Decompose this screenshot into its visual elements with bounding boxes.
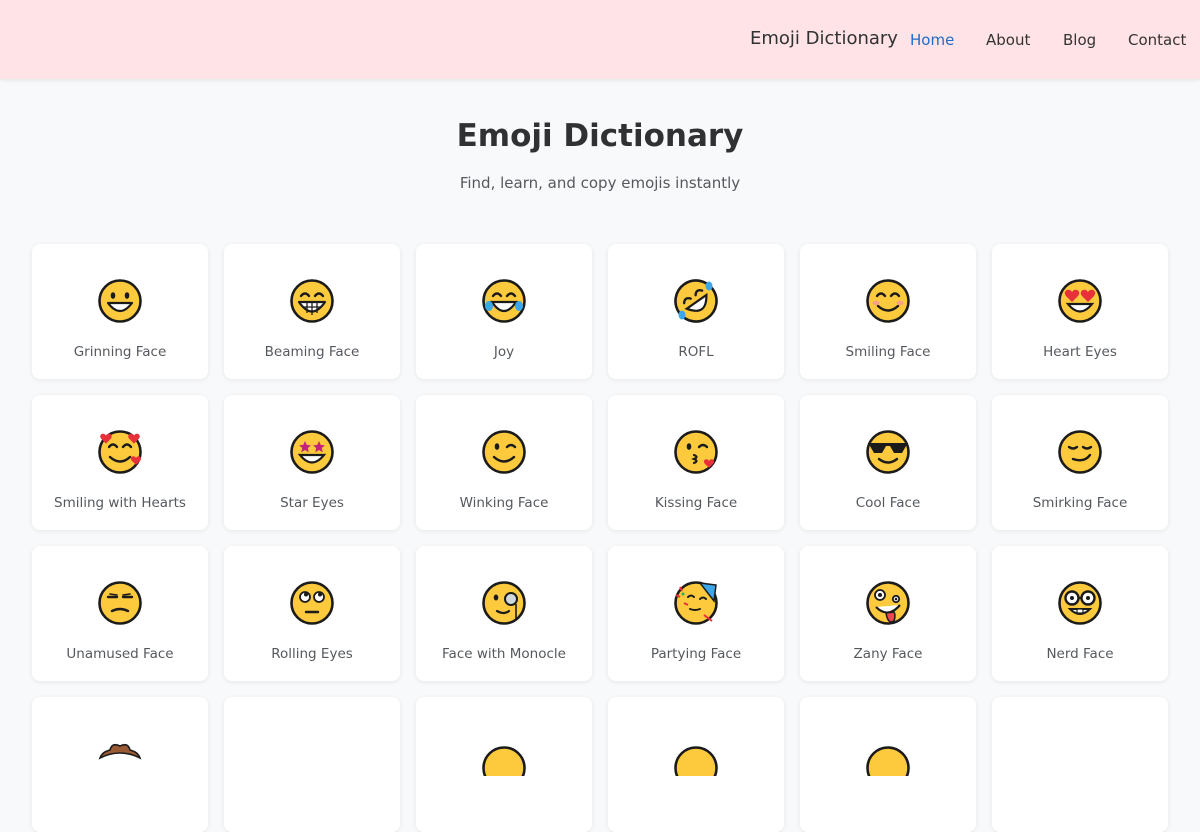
rolling-eyes-face-icon — [290, 581, 334, 625]
emoji-card[interactable]: ROFL — [608, 244, 784, 379]
rofl-face-icon — [674, 279, 718, 323]
top-navbar: Emoji Dictionary Home About Blog Contact — [0, 0, 1200, 79]
blank-icon — [290, 732, 334, 776]
emoji-card[interactable] — [224, 697, 400, 832]
emoji-card[interactable]: Smirking Face — [992, 395, 1168, 530]
nerd-face-icon — [1058, 581, 1102, 625]
nav-contact-link[interactable]: Contact — [1128, 31, 1186, 49]
monocle-face-icon — [482, 581, 526, 625]
page-title: Emoji Dictionary — [456, 118, 744, 154]
emoji-card-label: Unamused Face — [66, 646, 174, 662]
emoji-card-label: Rolling Eyes — [271, 646, 353, 662]
unamused-face-icon — [98, 581, 142, 625]
emoji-card[interactable] — [800, 697, 976, 832]
kissing-face-icon — [674, 430, 718, 474]
emoji-card-label: Joy — [493, 344, 515, 360]
smiling-face-icon — [866, 279, 910, 323]
emoji-card[interactable]: Joy — [416, 244, 592, 379]
emoji-card-label: Grinning Face — [73, 344, 167, 360]
smiling-hearts-face-icon — [98, 430, 142, 474]
emoji-card[interactable]: Star Eyes — [224, 395, 400, 530]
emoji-card-label: Zany Face — [853, 646, 923, 662]
emoji-card[interactable]: Face with Monocle — [416, 546, 592, 681]
emoji-grid: Grinning Face Beaming Face Joy ROFL Smiling … — [32, 244, 1168, 832]
emoji-card[interactable]: Cool Face — [800, 395, 976, 530]
emoji-card[interactable]: Beaming Face — [224, 244, 400, 379]
emoji-card[interactable]: Winking Face — [416, 395, 592, 530]
brand-name[interactable]: Emoji Dictionary — [750, 28, 898, 49]
emoji-card[interactable] — [608, 697, 784, 832]
emoji-card[interactable]: Partying Face — [608, 546, 784, 681]
emoji-card[interactable]: Zany Face — [800, 546, 976, 681]
cowboy-face-icon — [98, 743, 142, 760]
face-icon — [674, 746, 718, 776]
emoji-card[interactable]: Grinning Face — [32, 244, 208, 379]
emoji-card-label: Smiling with Hearts — [54, 495, 186, 511]
emoji-card-label: Nerd Face — [1046, 646, 1114, 662]
zany-face-icon — [866, 581, 910, 625]
beaming-face-icon — [290, 279, 334, 323]
emoji-card[interactable]: Unamused Face — [32, 546, 208, 681]
emoji-card[interactable] — [416, 697, 592, 832]
emoji-card-label: Winking Face — [459, 495, 549, 511]
emoji-card[interactable]: Smiling with Hearts — [32, 395, 208, 530]
emoji-card-label: Star Eyes — [280, 495, 344, 511]
page-subtitle: Find, learn, and copy emojis instantly — [459, 174, 741, 192]
emoji-card-label: Partying Face — [650, 646, 742, 662]
partying-face-icon — [674, 581, 718, 625]
emoji-card[interactable] — [992, 697, 1168, 832]
emoji-card-label: Beaming Face — [264, 344, 360, 360]
heart-eyes-face-icon — [1058, 279, 1102, 323]
emoji-card-label: Smirking Face — [1032, 495, 1128, 511]
emoji-card[interactable]: Heart Eyes — [992, 244, 1168, 379]
blank-icon — [1058, 732, 1102, 776]
emoji-card-label: Face with Monocle — [442, 646, 566, 662]
face-icon — [482, 746, 526, 776]
emoji-card[interactable] — [32, 697, 208, 832]
star-eyes-face-icon — [290, 430, 334, 474]
emoji-card-label: Heart Eyes — [1043, 344, 1117, 360]
grinning-face-icon — [98, 279, 142, 323]
emoji-card-label: ROFL — [678, 344, 714, 360]
face-icon — [866, 746, 910, 776]
emoji-card[interactable]: Kissing Face — [608, 395, 784, 530]
cool-face-icon — [866, 430, 910, 474]
emoji-card-label: Cool Face — [855, 495, 921, 511]
winking-face-icon — [482, 430, 526, 474]
emoji-card-label: Smiling Face — [845, 344, 931, 360]
emoji-card[interactable]: Nerd Face — [992, 546, 1168, 681]
nav-home-link[interactable]: Home — [910, 31, 954, 49]
emoji-card[interactable]: Rolling Eyes — [224, 546, 400, 681]
emoji-card-label: Kissing Face — [654, 495, 738, 511]
nav-about-link[interactable]: About — [986, 31, 1030, 49]
joy-face-icon — [482, 279, 526, 323]
smirking-face-icon — [1058, 430, 1102, 474]
emoji-card[interactable]: Smiling Face — [800, 244, 976, 379]
nav-blog-link[interactable]: Blog — [1063, 31, 1096, 49]
